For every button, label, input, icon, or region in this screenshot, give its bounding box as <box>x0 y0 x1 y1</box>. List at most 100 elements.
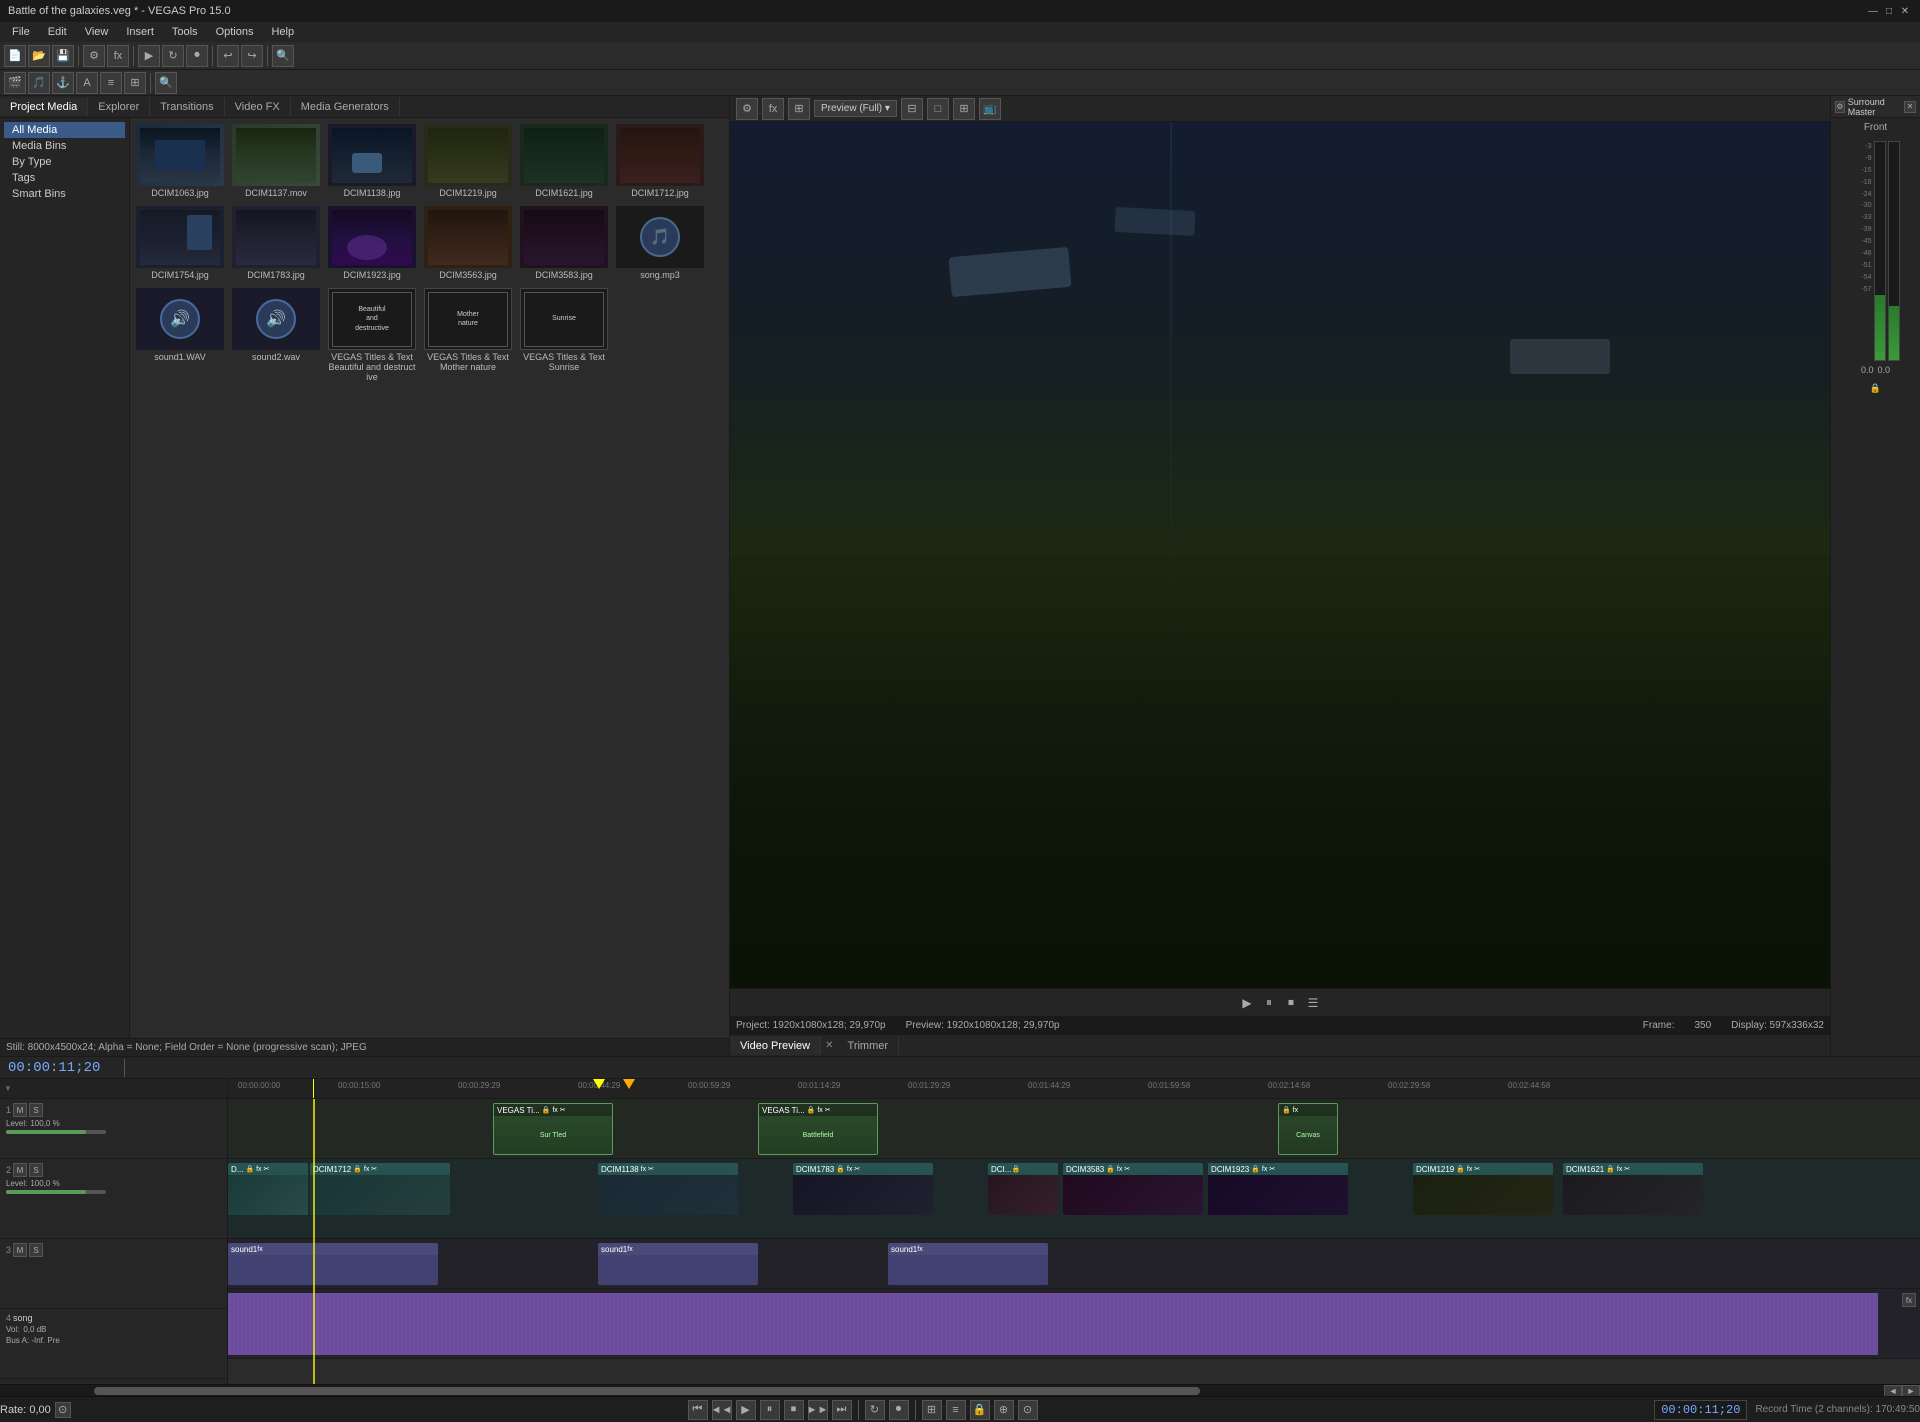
clip-dcim1621[interactable]: DCIM1621 🔒 fx ✂ <box>1563 1163 1703 1215</box>
go-start-button[interactable]: ⏮ <box>688 1400 708 1420</box>
clip-d1[interactable]: D... 🔒 fx ✂ <box>228 1163 308 1215</box>
clip-dcim1923[interactable]: DCIM1923 🔒 fx ✂ <box>1208 1163 1348 1215</box>
track-1-level-slider[interactable] <box>6 1130 106 1134</box>
menu-options[interactable]: Options <box>208 24 262 40</box>
zoom-button[interactable]: 🔍 <box>272 45 294 67</box>
clip-dcim1712[interactable]: DCIM1712 🔒 fx ✂ <box>310 1163 450 1215</box>
track-3-mute[interactable]: M <box>13 1243 27 1257</box>
open-button[interactable]: 📂 <box>28 45 50 67</box>
media-item-dcim1137[interactable]: DCIM1137.mov <box>230 122 322 200</box>
play-preview-button[interactable]: ▶ <box>1238 994 1256 1012</box>
record-button[interactable]: ⏺ <box>186 45 208 67</box>
tree-all-media[interactable]: All Media <box>4 122 125 138</box>
undo-button[interactable]: ↩ <box>217 45 239 67</box>
tab-trimmer[interactable]: Trimmer <box>838 1037 900 1055</box>
tab-video-preview-close[interactable]: ✕ <box>821 1040 837 1051</box>
track-button[interactable]: 🎵 <box>28 72 50 94</box>
tab-media-generators[interactable]: Media Generators <box>291 98 400 116</box>
ripple-button-2[interactable]: ≡ <box>946 1400 966 1420</box>
play-button-2[interactable]: ▶ <box>736 1400 756 1420</box>
media-item-dcim1712[interactable]: DCIM1712.jpg <box>614 122 706 200</box>
audio-clip-1[interactable]: sound1 fx <box>228 1243 438 1285</box>
surround-close-button[interactable]: ✕ <box>1904 101 1916 113</box>
timeline-tracks-area[interactable]: 00:00:00:00 00:00:15:00 00:00:29:29 00:0… <box>228 1079 1920 1384</box>
fx-button[interactable]: fx <box>107 45 129 67</box>
menu-file[interactable]: File <box>4 24 38 40</box>
media-button[interactable]: 🎬 <box>4 72 26 94</box>
media-item-dcim3563[interactable]: DCIM3563.jpg <box>422 204 514 282</box>
preview-size-button[interactable]: ⊞ <box>788 98 810 120</box>
stop-button-2[interactable]: ⏹ <box>784 1400 804 1420</box>
clip-title-3[interactable]: 🔒 fx Canvas <box>1278 1103 1338 1155</box>
clip-dcim1783[interactable]: DCIM1783 🔒 fx ✂ <box>793 1163 933 1215</box>
clip-dcim1138[interactable]: DCIM1138 fx ✂ <box>598 1163 738 1215</box>
loop-preview-button[interactable]: ☰ <box>1304 994 1322 1012</box>
next-frame-button[interactable]: ►► <box>808 1400 828 1420</box>
media-item-dcim1923[interactable]: DCIM1923.jpg <box>326 204 418 282</box>
media-item-title-nature[interactable]: Mothernature VEGAS Titles & Text Mother … <box>422 286 514 384</box>
zoom-in-button[interactable]: 🔍 <box>155 72 177 94</box>
clip-title-1[interactable]: VEGAS Ti... 🔒 fx ✂ Sur Tled <box>493 1103 613 1155</box>
new-button[interactable]: 📄 <box>4 45 26 67</box>
pause-preview-button[interactable]: ⏸ <box>1260 994 1278 1012</box>
menu-help[interactable]: Help <box>263 24 302 40</box>
track-1-mute[interactable]: M <box>13 1103 27 1117</box>
preview-settings-button[interactable]: ⚙ <box>736 98 758 120</box>
scroll-thumb[interactable] <box>94 1387 1200 1395</box>
play-button[interactable]: ▶ <box>138 45 160 67</box>
tree-tags[interactable]: Tags <box>4 170 125 186</box>
menu-edit[interactable]: Edit <box>40 24 75 40</box>
tab-video-fx[interactable]: Video FX <box>225 98 291 116</box>
clip-dcim1219[interactable]: DCIM1219 🔒 fx ✂ <box>1413 1163 1553 1215</box>
track-2-mute[interactable]: M <box>13 1163 27 1177</box>
media-item-dcim1754[interactable]: DCIM1754.jpg <box>134 204 226 282</box>
clip-dci-small[interactable]: DCI... 🔒 <box>988 1163 1058 1215</box>
tab-transitions[interactable]: Transitions <box>150 98 224 116</box>
menu-tools[interactable]: Tools <box>164 24 206 40</box>
preview-overlay-button[interactable]: □ <box>927 98 949 120</box>
preview-safe-button[interactable]: ⊞ <box>953 98 975 120</box>
snap-button[interactable]: ⚓ <box>52 72 74 94</box>
auto-button[interactable]: A <box>76 72 98 94</box>
media-item-dcim3583[interactable]: DCIM3583.jpg <box>518 204 610 282</box>
menu-view[interactable]: View <box>77 24 117 40</box>
lock-button[interactable]: 🔒 <box>970 1400 990 1420</box>
autoscroll-button[interactable]: ⊙ <box>1018 1400 1038 1420</box>
media-item-title-beautiful[interactable]: Beautifulanddestructive VEGAS Titles & T… <box>326 286 418 384</box>
media-item-dcim1219[interactable]: DCIM1219.jpg <box>422 122 514 200</box>
loop-region-button[interactable]: ↻ <box>865 1400 885 1420</box>
close-button[interactable]: ✕ <box>1898 4 1912 18</box>
tree-media-bins[interactable]: Media Bins <box>4 138 125 154</box>
tree-by-type[interactable]: By Type <box>4 154 125 170</box>
loop-button[interactable]: ↻ <box>162 45 184 67</box>
media-item-dcim1063[interactable]: DCIM1063.jpg <box>134 122 226 200</box>
tab-project-media[interactable]: Project Media <box>0 98 88 116</box>
media-item-dcim1783[interactable]: DCIM1783.jpg <box>230 204 322 282</box>
media-item-dcim1621[interactable]: DCIM1621.jpg <box>518 122 610 200</box>
preview-split-button[interactable]: ⊟ <box>901 98 923 120</box>
prev-frame-button[interactable]: ◄◄ <box>712 1400 732 1420</box>
audio-clip-2[interactable]: sound1 fx <box>598 1243 758 1285</box>
preview-fx-button[interactable]: fx <box>762 98 784 120</box>
window-controls[interactable]: — □ ✕ <box>1866 4 1912 18</box>
media-item-title-sunrise[interactable]: Sunrise VEGAS Titles & Text Sunrise <box>518 286 610 384</box>
maximize-button[interactable]: □ <box>1882 4 1896 18</box>
media-item-dcim1138[interactable]: DCIM1138.jpg <box>326 122 418 200</box>
settings-button[interactable]: ⚙ <box>83 45 105 67</box>
tree-smart-bins[interactable]: Smart Bins <box>4 186 125 202</box>
preview-quality-dropdown[interactable]: Preview (Full) ▾ <box>814 100 897 117</box>
clip-dcim3583[interactable]: DCIM3583 🔒 fx ✂ <box>1063 1163 1203 1215</box>
grid-button[interactable]: ⊞ <box>124 72 146 94</box>
ripple-button[interactable]: ≡ <box>100 72 122 94</box>
track-1-solo[interactable]: S <box>29 1103 43 1117</box>
crossfade-button[interactable]: ⊕ <box>994 1400 1014 1420</box>
record-button-2[interactable]: ⏺ <box>889 1400 909 1420</box>
tab-video-preview[interactable]: Video Preview <box>730 1037 821 1055</box>
save-button[interactable]: 💾 <box>52 45 74 67</box>
surround-settings-icon[interactable]: ⚙ <box>1835 101 1845 113</box>
preview-ext-button[interactable]: 📺 <box>979 98 1001 120</box>
scroll-right-button[interactable]: ► <box>1902 1385 1920 1397</box>
pause-button-2[interactable]: ⏸ <box>760 1400 780 1420</box>
redo-button[interactable]: ↪ <box>241 45 263 67</box>
timeline-scrollbar[interactable]: ◄ ► <box>0 1384 1920 1396</box>
